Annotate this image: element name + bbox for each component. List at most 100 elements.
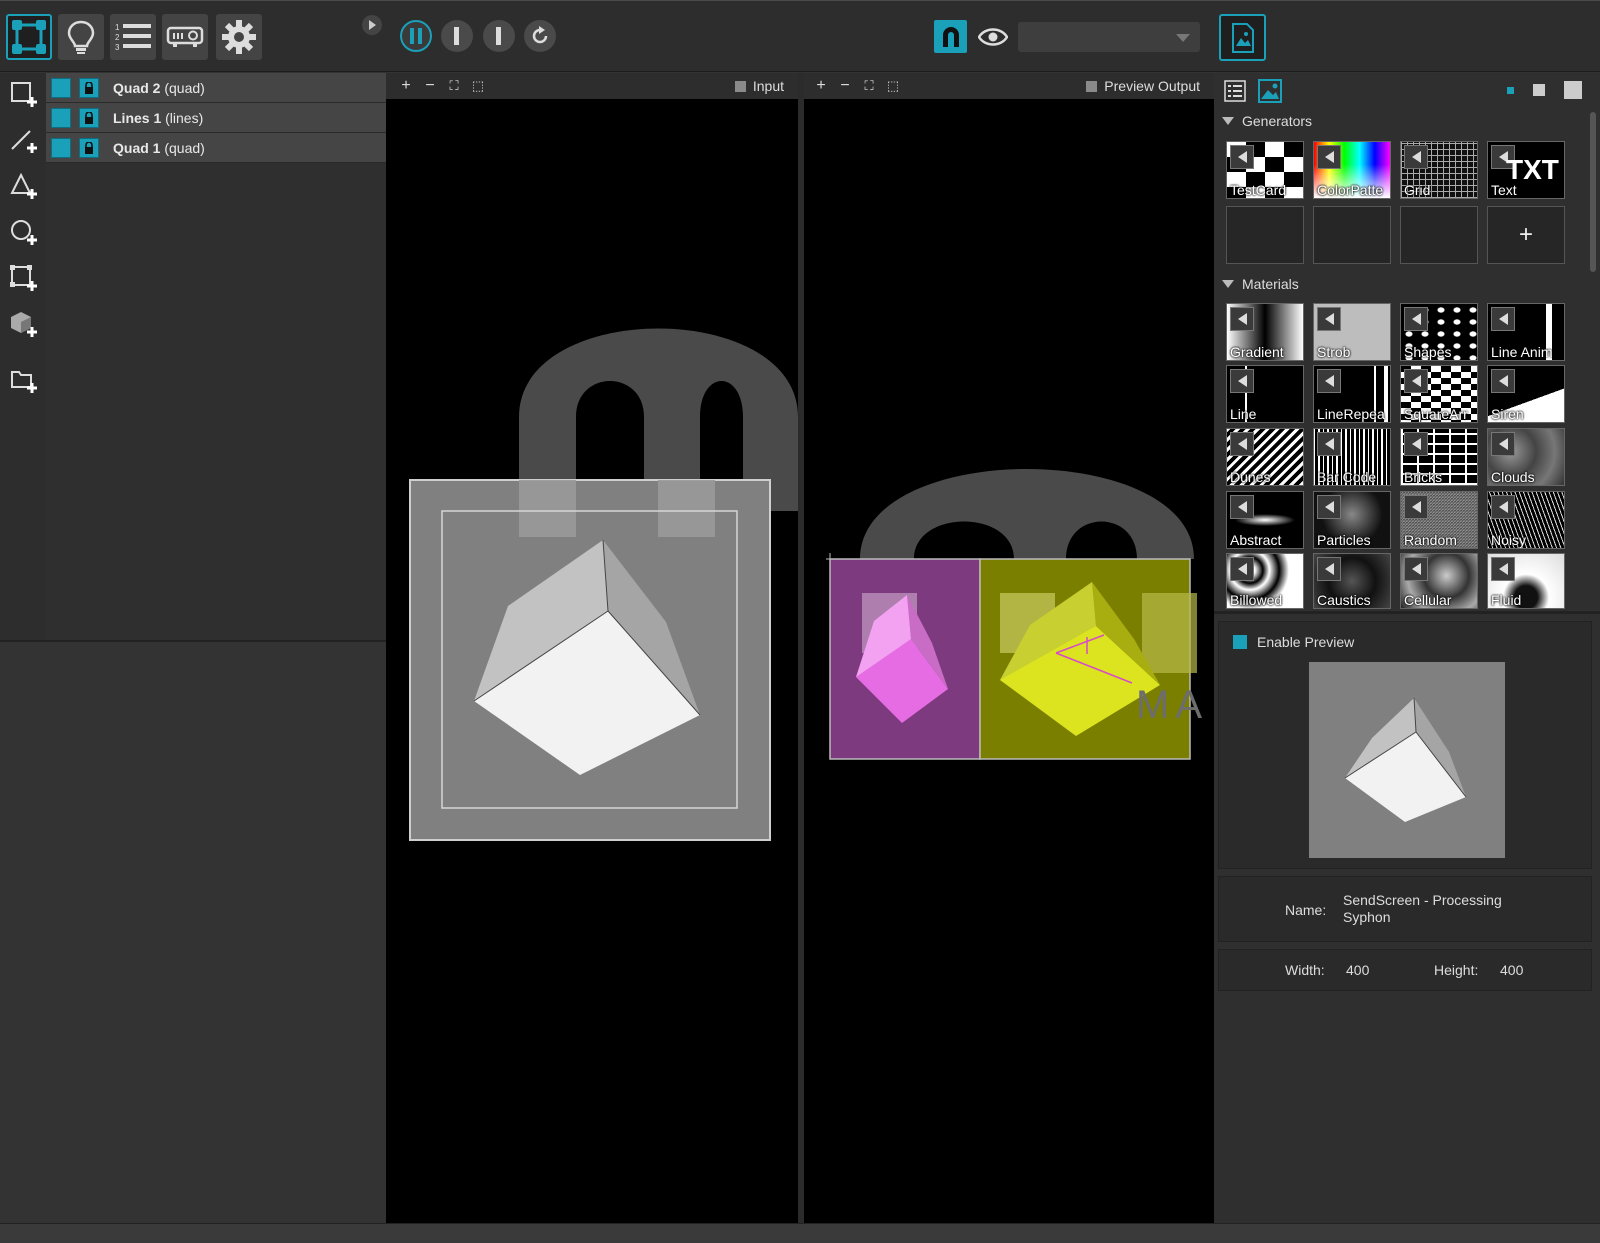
play-back-icon[interactable] — [1404, 495, 1428, 519]
list-view-icon[interactable] — [1224, 80, 1246, 105]
material-bricks[interactable]: Bricks — [1400, 428, 1478, 486]
material-barcode[interactable]: Bar Code — [1313, 428, 1391, 486]
output-dropdown[interactable] — [1018, 22, 1200, 52]
material-caustics[interactable]: Caustics — [1313, 553, 1391, 609]
layer-row[interactable]: Quad 2 (quad) — [46, 73, 386, 103]
play-back-icon[interactable] — [1230, 307, 1254, 331]
material-noisy[interactable]: Noisy — [1487, 491, 1565, 549]
visibility-toggle[interactable] — [51, 137, 71, 158]
lock-icon[interactable] — [79, 77, 99, 98]
stop-icon[interactable] — [441, 20, 473, 52]
play-back-icon[interactable] — [1404, 307, 1428, 331]
material-billowed[interactable]: Billowed — [1226, 553, 1304, 609]
small-thumb-size-icon[interactable] — [1507, 87, 1514, 94]
material-random[interactable]: Random — [1400, 491, 1478, 549]
generator-text[interactable]: TXT Text — [1487, 141, 1565, 199]
play-back-icon[interactable] — [1230, 369, 1254, 393]
play-back-icon[interactable] — [1230, 495, 1254, 519]
fit-icon[interactable]: ⛶ — [857, 78, 881, 94]
play-back-icon[interactable] — [1317, 145, 1341, 169]
section-divider[interactable] — [1214, 611, 1600, 614]
play-back-icon[interactable] — [1491, 432, 1515, 456]
zoom-in-icon[interactable]: + — [809, 77, 833, 95]
play-back-icon[interactable] — [1491, 557, 1515, 581]
material-squarearray[interactable]: SquareArr — [1400, 365, 1478, 423]
material-clouds[interactable]: Clouds — [1487, 428, 1565, 486]
play-back-icon[interactable] — [1317, 557, 1341, 581]
visibility-toggle[interactable] — [51, 107, 71, 128]
play-back-icon[interactable] — [1230, 557, 1254, 581]
scrollbar[interactable] — [1590, 112, 1596, 272]
generator-grid[interactable]: Grid — [1400, 141, 1478, 199]
play-back-icon[interactable] — [1230, 432, 1254, 456]
enable-preview-row[interactable]: Enable Preview — [1233, 634, 1354, 650]
fit-icon[interactable]: ⛶ — [442, 78, 466, 94]
checkbox[interactable] — [1086, 80, 1098, 92]
lightbulb-icon[interactable] — [58, 14, 104, 60]
zoom-in-icon[interactable]: + — [394, 77, 418, 95]
play-back-icon[interactable] — [1404, 145, 1428, 169]
medium-thumb-size-icon[interactable] — [1533, 84, 1545, 96]
magnet-icon[interactable] — [934, 20, 967, 53]
add-quad-icon[interactable] — [8, 79, 40, 111]
step-icon[interactable] — [483, 20, 515, 52]
material-gradient[interactable]: Gradient — [1226, 303, 1304, 361]
material-fluid[interactable]: Fluid — [1487, 553, 1565, 609]
actual-size-icon[interactable]: ⬚ — [881, 78, 905, 94]
play-back-icon[interactable] — [1491, 495, 1515, 519]
play-back-icon[interactable] — [1317, 495, 1341, 519]
empty-slot[interactable] — [1313, 206, 1391, 264]
add-generator-button[interactable]: + — [1487, 206, 1565, 264]
material-shapes[interactable]: Shapes — [1400, 303, 1478, 361]
add-mesh-icon[interactable] — [8, 263, 40, 295]
material-line-anim[interactable]: Line Anim — [1487, 303, 1565, 361]
document-image-icon[interactable] — [1219, 14, 1266, 61]
generators-section-title[interactable]: Generators — [1222, 113, 1312, 129]
play-back-icon[interactable] — [1230, 145, 1254, 169]
play-back-icon[interactable] — [1317, 432, 1341, 456]
expand-arrow-icon[interactable] — [362, 15, 382, 35]
lock-icon[interactable] — [79, 137, 99, 158]
play-back-icon[interactable] — [1317, 307, 1341, 331]
add-folder-icon[interactable] — [8, 365, 40, 397]
gear-icon[interactable] — [216, 14, 262, 60]
material-cellular[interactable]: Cellular — [1400, 553, 1478, 609]
enable-preview-checkbox[interactable] — [1233, 635, 1247, 649]
numbered-list-icon[interactable]: 123 — [110, 14, 156, 60]
visibility-toggle[interactable] — [51, 77, 71, 98]
play-back-icon[interactable] — [1404, 557, 1428, 581]
projector-icon[interactable] — [162, 14, 208, 60]
lock-icon[interactable] — [79, 107, 99, 128]
output-canvas[interactable]: MA — [804, 99, 1214, 1223]
add-ellipse-icon[interactable] — [8, 217, 40, 249]
material-particles[interactable]: Particles — [1313, 491, 1391, 549]
checkbox[interactable] — [734, 80, 746, 92]
play-back-icon[interactable] — [1317, 369, 1341, 393]
material-dunes[interactable]: Dunes — [1226, 428, 1304, 486]
pause-icon[interactable] — [400, 20, 432, 52]
empty-slot[interactable] — [1226, 206, 1304, 264]
material-siren[interactable]: Siren — [1487, 365, 1565, 423]
generator-colorpattern[interactable]: ColorPatte — [1313, 141, 1391, 199]
materials-section-title[interactable]: Materials — [1222, 276, 1299, 292]
play-back-icon[interactable] — [1491, 369, 1515, 393]
input-canvas[interactable] — [386, 99, 798, 1223]
zoom-out-icon[interactable]: − — [833, 77, 857, 95]
play-back-icon[interactable] — [1404, 432, 1428, 456]
material-line[interactable]: Line — [1226, 365, 1304, 423]
layer-row[interactable]: Lines 1 (lines) — [46, 103, 386, 133]
generator-testcard[interactable]: TestCard — [1226, 141, 1304, 199]
play-back-icon[interactable] — [1404, 369, 1428, 393]
add-line-icon[interactable] — [8, 125, 40, 157]
material-strob[interactable]: Strob — [1313, 303, 1391, 361]
material-abstract[interactable]: Abstract — [1226, 491, 1304, 549]
actual-size-icon[interactable]: ⬚ — [466, 78, 490, 94]
rewind-icon[interactable] — [524, 20, 556, 52]
material-linerepeat[interactable]: LineRepea — [1313, 365, 1391, 423]
large-thumb-size-icon[interactable] — [1564, 81, 1582, 99]
add-3d-object-icon[interactable] — [8, 309, 40, 341]
zoom-out-icon[interactable]: − — [418, 77, 442, 95]
layer-row[interactable]: Quad 1 (quad) — [46, 133, 386, 163]
empty-slot[interactable] — [1400, 206, 1478, 264]
add-triangle-icon[interactable] — [8, 171, 40, 203]
